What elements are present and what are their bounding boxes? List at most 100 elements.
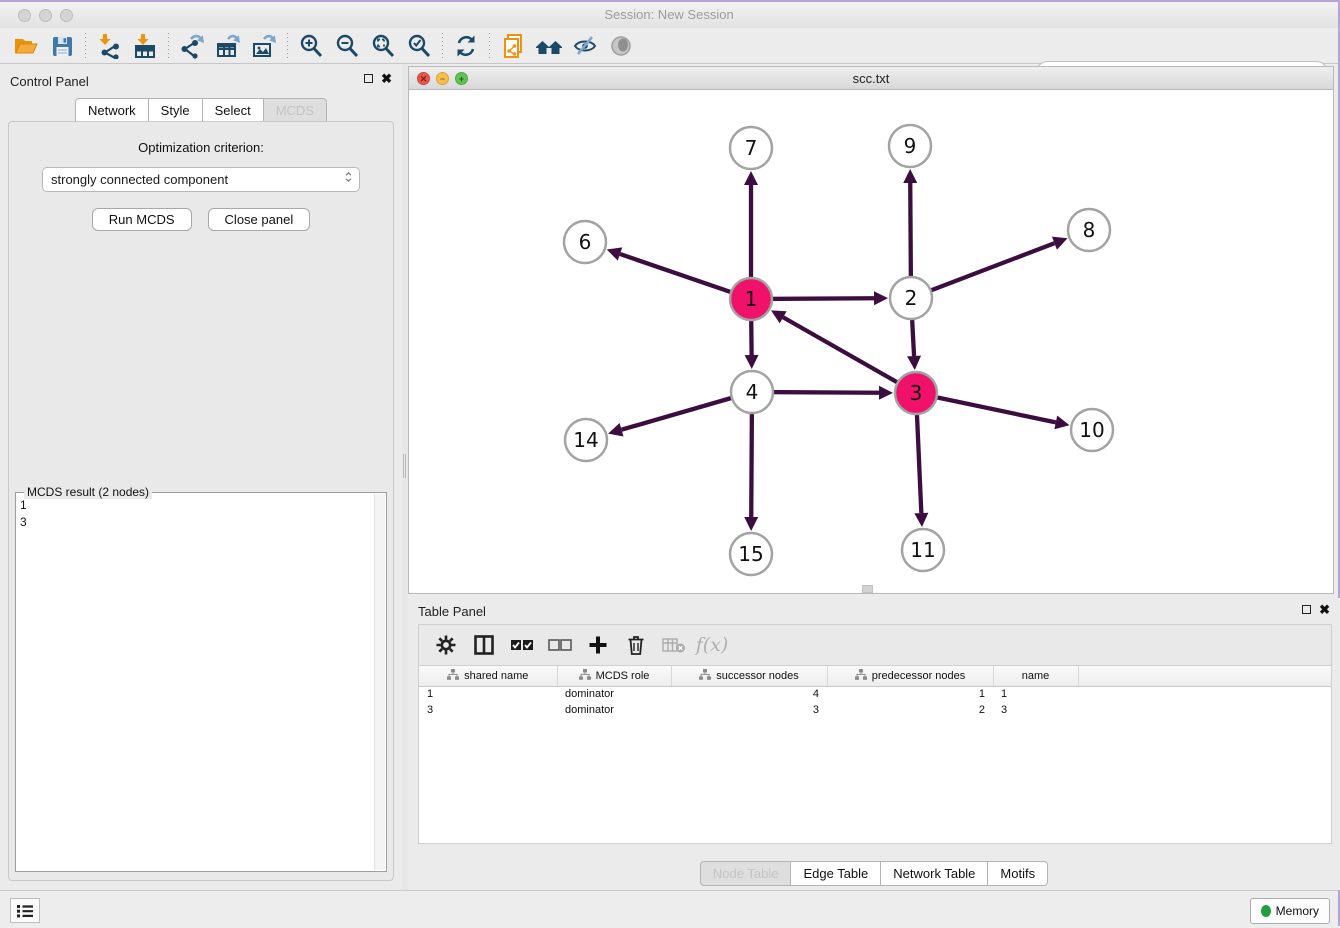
import-network-icon[interactable]	[91, 30, 127, 62]
graph-node-label: 3	[910, 381, 923, 405]
gear-icon[interactable]	[429, 628, 463, 662]
table-cell[interactable]: 3	[671, 702, 827, 718]
table-cell[interactable]: dominator	[557, 686, 671, 702]
export-network-icon[interactable]	[174, 30, 210, 62]
graph-node-label: 15	[738, 542, 763, 566]
result-scrollbar[interactable]	[374, 494, 385, 870]
column-header-name[interactable]: name	[993, 666, 1078, 686]
import-table-icon[interactable]	[127, 30, 163, 62]
node-table: shared nameMCDS rolesuccessor nodesprede…	[418, 666, 1332, 844]
clone-network-icon[interactable]	[495, 30, 531, 62]
graph-edge-2-8[interactable]	[911, 243, 1054, 298]
tab-network-table[interactable]: Network Table	[881, 861, 988, 886]
column-header-successor-nodes[interactable]: successor nodes	[671, 666, 827, 686]
memory-status-icon	[1261, 905, 1271, 917]
table-row[interactable]: 1dominator411	[419, 686, 1331, 702]
graph-edge-arrow	[907, 356, 921, 370]
app-titlebar: Session: New Session	[0, 2, 1338, 28]
result-line: 3	[20, 514, 374, 531]
table-header-row: shared nameMCDS rolesuccessor nodesprede…	[419, 666, 1331, 686]
graph-edge-arrow	[744, 517, 758, 531]
table-cell[interactable]: 1	[419, 686, 557, 702]
table-cell[interactable]: 1	[827, 686, 993, 702]
task-history-button[interactable]	[10, 898, 40, 923]
first-neighbors-icon[interactable]	[531, 30, 567, 62]
graph-edge-3-1[interactable]	[783, 317, 916, 393]
splitter-grip-icon	[403, 454, 406, 478]
table-cell[interactable]: 3	[419, 702, 557, 718]
tab-network[interactable]: Network	[75, 98, 149, 123]
zoom-out-icon[interactable]	[329, 30, 365, 62]
network-window-titlebar[interactable]: ✕ − + scc.txt	[409, 67, 1333, 90]
column-header-MCDS-role[interactable]: MCDS role	[557, 666, 671, 686]
table-tabs: Node TableEdge TableNetwork TableMotifs	[408, 861, 1340, 886]
tab-edge-table[interactable]: Edge Table	[791, 861, 881, 886]
hierarchy-icon	[855, 669, 867, 680]
graph-edge-arrow	[607, 247, 623, 260]
table-cell[interactable]: dominator	[557, 702, 671, 718]
column-selector-icon[interactable]	[467, 628, 501, 662]
tab-style[interactable]: Style	[149, 98, 203, 123]
select-all-icon[interactable]	[505, 628, 539, 662]
close-panel-icon[interactable]: ✖	[381, 73, 392, 84]
add-column-icon[interactable]	[581, 628, 615, 662]
open-file-icon[interactable]	[8, 30, 44, 62]
mcds-result-list[interactable]: 13	[20, 497, 374, 869]
column-header-shared-name[interactable]: shared name	[419, 666, 557, 686]
canvas-splitter-grip[interactable]	[862, 585, 873, 593]
table-cell[interactable]: 3	[993, 702, 1078, 718]
function-builder-icon[interactable]: f(x)	[695, 628, 729, 662]
float-table-panel-icon[interactable]	[1302, 605, 1311, 614]
table-cell[interactable]: 1	[993, 686, 1078, 702]
run-mcds-button[interactable]: Run MCDS	[92, 208, 192, 231]
criterion-value: strongly connected component	[51, 172, 228, 187]
delete-table-icon[interactable]	[657, 628, 691, 662]
close-panel-button[interactable]: Close panel	[208, 208, 311, 231]
mcds-result-box: MCDS result (2 nodes) 13	[15, 492, 387, 872]
graph-edge-arrow	[874, 291, 888, 305]
column-header-filler	[1078, 666, 1331, 686]
table-cell[interactable]: 2	[827, 702, 993, 718]
result-line: 1	[20, 497, 374, 514]
memory-button[interactable]: Memory	[1250, 898, 1330, 924]
refresh-icon[interactable]	[448, 30, 484, 62]
tab-motifs[interactable]: Motifs	[988, 861, 1048, 886]
network-canvas[interactable]: 7968124314101511	[409, 90, 1333, 593]
graph-node-label: 2	[905, 286, 918, 310]
gray-sphere-icon[interactable]	[603, 30, 639, 62]
table-cell[interactable]: 4	[671, 686, 827, 702]
column-header-predecessor-nodes[interactable]: predecessor nodes	[827, 666, 993, 686]
graph-node-label: 9	[904, 134, 917, 158]
control-panel-title: Control Panel	[10, 74, 89, 89]
tab-node-table[interactable]: Node Table	[700, 861, 792, 886]
export-image-icon[interactable]	[246, 30, 282, 62]
table-row[interactable]: 3dominator323	[419, 702, 1331, 718]
fit-content-icon[interactable]	[365, 30, 401, 62]
control-panel-tabs: NetworkStyleSelectMCDS	[0, 98, 402, 123]
graph-node-label: 8	[1083, 218, 1096, 242]
zoom-selected-icon[interactable]	[401, 30, 437, 62]
tab-mcds[interactable]: MCDS	[264, 98, 327, 123]
toolbar-separator	[287, 33, 288, 59]
zoom-in-icon[interactable]	[293, 30, 329, 62]
table-panel-title: Table Panel	[418, 604, 486, 619]
list-icon	[17, 904, 33, 918]
graph-node-label: 6	[579, 230, 592, 254]
hierarchy-icon	[579, 669, 591, 680]
graph-edge-arrow	[744, 171, 758, 185]
table-toolbar: f(x)	[418, 624, 1332, 666]
hide-selected-icon[interactable]	[567, 30, 603, 62]
criterion-select[interactable]: strongly connected component	[42, 167, 360, 192]
close-table-panel-icon[interactable]: ✖	[1319, 604, 1330, 615]
save-session-icon[interactable]	[44, 30, 80, 62]
deselect-all-icon[interactable]	[543, 628, 577, 662]
network-graph: 7968124314101511	[409, 90, 1333, 593]
graph-node-label: 4	[746, 380, 759, 404]
delete-column-icon[interactable]	[619, 628, 653, 662]
graph-edge-arrow	[608, 423, 623, 436]
export-table-icon[interactable]	[210, 30, 246, 62]
table-panel: Table Panel ✖ f(x) shared nameMCDS	[408, 598, 1340, 890]
tab-select[interactable]: Select	[203, 98, 264, 123]
hierarchy-icon	[447, 669, 459, 680]
float-panel-icon[interactable]	[364, 74, 373, 83]
